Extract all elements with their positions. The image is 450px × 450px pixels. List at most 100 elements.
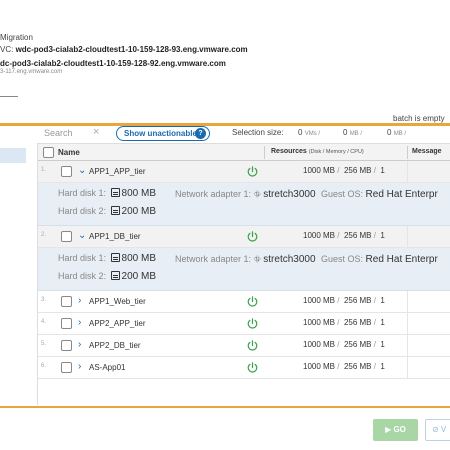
chevron-down-icon[interactable]: ⌄: [78, 230, 86, 242]
row-checkbox[interactable]: [61, 318, 72, 329]
selection-cpu-unit: MB /: [393, 131, 407, 137]
vm-details-panel: Hard disk 1: 800 MB Hard disk 2: 200 MB Ne…: [38, 248, 450, 291]
hard-disk-1-value: 800 MB: [121, 188, 157, 199]
row-checkbox[interactable]: [61, 296, 72, 307]
left-nav-selected-item[interactable]: [0, 148, 26, 163]
row-checkbox[interactable]: [61, 340, 72, 351]
row-number: 1.: [41, 167, 47, 173]
vm-memory: 256 MB: [343, 318, 372, 327]
power-on-icon: [247, 166, 258, 177]
vm-grid: Name Resources (Disk / Memory / CPU) Mes…: [37, 143, 450, 405]
column-divider: [407, 226, 408, 248]
column-divider: [264, 146, 265, 159]
go-button[interactable]: ▶ GO: [373, 419, 418, 441]
column-resources[interactable]: Resources (Disk / Memory / CPU): [271, 148, 364, 155]
table-row[interactable]: 5. › APP2_DB_tier 1000 MB / 256 MB / 1: [38, 335, 450, 357]
vm-cpu: 1: [380, 231, 385, 240]
hard-disk-1-label: Hard disk 1:: [58, 188, 107, 198]
column-divider: [407, 161, 408, 183]
table-row[interactable]: 1. ⌄ APP1_APP_tier 1000 MB / 256 MB / 1: [38, 161, 450, 183]
selection-mem: 0 MB /: [343, 128, 362, 137]
power-on-icon: [247, 318, 258, 329]
table-row[interactable]: 6. › AS-App01 1000 MB / 256 MB / 1: [38, 357, 450, 379]
hard-disk-2: Hard disk 2: 200 MB: [58, 271, 156, 282]
row-number: 4.: [41, 319, 47, 325]
grid-header: Name Resources (Disk / Memory / CPU) Mes…: [38, 143, 450, 161]
power-on-icon: [247, 362, 258, 373]
hard-disk-2: Hard disk 2: 200 MB: [58, 206, 156, 217]
hard-disk-2-label: Hard disk 2:: [58, 206, 107, 216]
vc-prefix: VC:: [0, 45, 16, 54]
vm-disk: 1000 MB: [303, 296, 336, 305]
column-divider: [407, 291, 408, 313]
guest-os-value: Red Hat Enterpr: [365, 254, 438, 265]
select-all-checkbox[interactable]: [43, 147, 54, 158]
table-row[interactable]: 3. › APP1_Web_tier 1000 MB / 256 MB / 1: [38, 291, 450, 313]
disk-icon: [110, 206, 120, 215]
search-input[interactable]: Search: [44, 128, 73, 138]
validate-button[interactable]: ⊘ V: [425, 419, 450, 441]
hard-disk-1: Hard disk 1: 800 MB: [58, 253, 156, 264]
grid-toolbar: Search × Show unactionable ? Selection s…: [44, 126, 450, 144]
column-divider: [407, 146, 408, 159]
chevron-right-icon[interactable]: ›: [78, 317, 81, 329]
network-adapter-label: Network adapter 1:: [175, 254, 252, 264]
row-number: 5.: [41, 341, 47, 347]
column-resources-label: Resources: [271, 148, 307, 155]
vm-cpu: 1: [380, 166, 385, 175]
vm-resources: 1000 MB / 256 MB / 1: [303, 318, 385, 327]
vm-cpu: 1: [380, 340, 385, 349]
vm-resources: 1000 MB / 256 MB / 1: [303, 296, 385, 305]
row-checkbox[interactable]: [61, 362, 72, 373]
network-adapter: Network adapter 1: ⛗ stretch3000: [175, 254, 316, 265]
column-resources-sub: (Disk / Memory / CPU): [308, 149, 364, 155]
show-unactionable-label: Show unactionable: [124, 129, 197, 138]
vc-host-line: VC: wdc-pod3-cialab2-cloudtest1-10-159-1…: [0, 45, 248, 54]
chevron-right-icon[interactable]: ›: [78, 339, 81, 351]
chevron-down-icon[interactable]: ⌄: [78, 165, 86, 177]
network-icon: ⛗: [253, 254, 261, 264]
row-number: 2.: [41, 232, 47, 238]
hard-disk-2-value: 200 MB: [121, 206, 157, 217]
network-icon: ⛗: [253, 189, 261, 199]
column-divider: [407, 335, 408, 357]
column-divider: [407, 357, 408, 379]
selection-vms-value: 0: [298, 128, 303, 137]
panel-bottom-border: [0, 406, 450, 408]
vm-name: APP1_DB_tier: [89, 232, 141, 241]
vm-cpu: 1: [380, 296, 385, 305]
disk-icon: [110, 271, 120, 280]
guest-os: Guest OS: Red Hat Enterpr: [321, 254, 438, 265]
guest-os-label: Guest OS:: [321, 189, 364, 199]
column-name[interactable]: Name: [58, 148, 80, 157]
show-unactionable-button[interactable]: Show unactionable ?: [116, 126, 210, 141]
header-divider: [0, 96, 18, 97]
disk-icon: [110, 188, 120, 197]
chevron-right-icon[interactable]: ›: [78, 295, 81, 307]
vm-name: AS-App01: [89, 363, 126, 372]
vm-name: APP2_DB_tier: [89, 341, 141, 350]
guest-os-label: Guest OS:: [321, 254, 364, 264]
network-adapter-value: stretch3000: [263, 189, 316, 200]
network-adapter-value: stretch3000: [263, 254, 316, 265]
vm-cpu: 1: [380, 318, 385, 327]
column-message[interactable]: Message: [412, 148, 442, 155]
chevron-right-icon[interactable]: ›: [78, 361, 81, 373]
row-checkbox[interactable]: [61, 166, 72, 177]
table-row[interactable]: 2. ⌄ APP1_DB_tier 1000 MB / 256 MB / 1: [38, 226, 450, 248]
guest-os: Guest OS: Red Hat Enterpr: [321, 189, 438, 200]
table-row[interactable]: 4. › APP2_APP_tier 1000 MB / 256 MB / 1: [38, 313, 450, 335]
selection-vms-unit: VMs /: [304, 131, 321, 137]
migration-title: Migration: [0, 33, 33, 42]
clear-search-icon[interactable]: ×: [93, 126, 99, 138]
unactionable-help-icon: ?: [195, 128, 206, 139]
selection-mem-unit: MB /: [349, 131, 363, 137]
vc-host: wdc-pod3-cialab2-cloudtest1-10-159-128-9…: [15, 45, 248, 54]
row-number: 6.: [41, 363, 47, 369]
vm-disk: 1000 MB: [303, 340, 336, 349]
row-number: 3.: [41, 297, 47, 303]
power-on-icon: [247, 340, 258, 351]
vm-memory: 256 MB: [343, 231, 372, 240]
row-checkbox[interactable]: [61, 231, 72, 242]
vm-memory: 256 MB: [343, 362, 372, 371]
